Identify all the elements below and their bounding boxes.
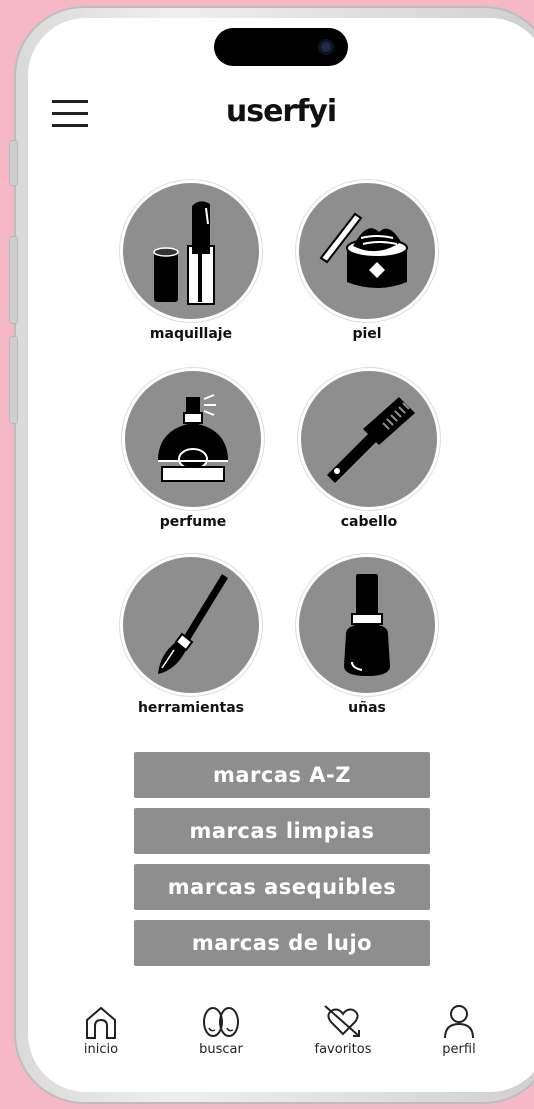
nav-favoritos[interactable]: favoritos <box>298 1004 388 1057</box>
category-label: cabello <box>340 514 398 530</box>
category-label: perfume <box>159 514 227 530</box>
category-cabello[interactable]: cabello <box>294 368 444 530</box>
lipstick-icon <box>153 201 215 305</box>
category-maquillaje[interactable]: maquillaje <box>116 180 266 342</box>
camera-icon <box>318 39 334 55</box>
clean-brands-button[interactable]: marcas limpias <box>134 808 430 854</box>
volume-down-button <box>9 336 18 424</box>
dynamic-island <box>214 28 348 66</box>
search-icon <box>203 1007 239 1037</box>
volume-up-button <box>9 236 18 324</box>
category-piel[interactable]: piel <box>292 180 442 342</box>
category-unas[interactable]: uñas <box>292 554 442 716</box>
nav-inicio[interactable]: inicio <box>56 1004 146 1057</box>
nav-label: perfil <box>442 1042 476 1057</box>
comb-icon <box>327 397 415 483</box>
makeup-brush-icon <box>158 574 228 674</box>
nav-buscar[interactable]: buscar <box>176 1004 266 1057</box>
luxury-brands-button[interactable]: marcas de lujo <box>134 920 430 966</box>
nail-polish-icon <box>344 574 390 676</box>
category-label: maquillaje <box>149 326 233 342</box>
phone-screen: userfyi maquillaje piel perfume cabello … <box>28 18 534 1092</box>
brands-az-button[interactable]: marcas A-Z <box>134 752 430 798</box>
nav-label: favoritos <box>314 1042 372 1057</box>
user-icon <box>444 1005 474 1039</box>
category-label: herramientas <box>137 700 245 716</box>
nav-perfil[interactable]: perfil <box>414 1004 504 1057</box>
category-perfume[interactable]: perfume <box>118 368 268 530</box>
app-logo: userfyi <box>225 94 337 129</box>
perfume-bottle-icon <box>158 394 228 482</box>
nav-label: buscar <box>199 1042 243 1057</box>
category-herramientas[interactable]: herramientas <box>116 554 266 716</box>
heart-arrow-icon <box>324 1005 360 1037</box>
silent-switch <box>9 140 18 186</box>
category-label: uñas <box>348 700 386 716</box>
affordable-brands-button[interactable]: marcas asequibles <box>134 864 430 910</box>
cream-jar-icon <box>319 212 408 288</box>
home-icon <box>86 1006 116 1039</box>
nav-label: inicio <box>83 1042 119 1057</box>
category-label: piel <box>352 326 382 342</box>
